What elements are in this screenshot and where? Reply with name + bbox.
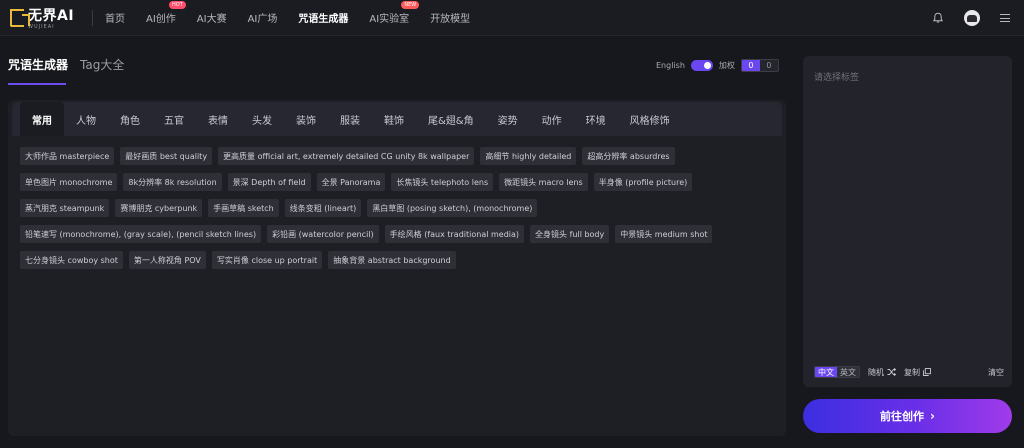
top-nav: 无界AI WUJIEAI 首页 AI创作 HOT AI大赛 AI广场 咒语生成器 AI实验室… <box>0 0 1024 36</box>
tag-chip[interactable]: 8k分辨率 8k resolution <box>123 173 222 191</box>
weight-value[interactable]: 0 <box>741 60 760 71</box>
side-toolbar: 中文 英文 随机 复制 清空 <box>814 366 1004 378</box>
tag-chip[interactable]: 长焦镜头 telephoto lens <box>391 173 494 191</box>
copy-label: 复制 <box>904 367 920 377</box>
category-tab-3[interactable]: 五官 <box>152 102 196 136</box>
tag-chip[interactable]: 写实肖像 close up portrait <box>211 251 323 269</box>
tag-chip[interactable]: 彩铅画 (watercolor pencil) <box>267 225 379 243</box>
logo-text: 无界AI <box>28 8 75 24</box>
category-bar: 常用 人物 角色 五官 表情 头发 装饰 服装 鞋饰 尾&翅&角 姿势 动作 环境 风格修饰 <box>12 102 782 136</box>
category-tab-12[interactable]: 环境 <box>574 102 618 136</box>
chevron-right-icon: › <box>930 409 935 423</box>
nav-item-label: AI创作 <box>146 14 176 25</box>
nav-item-5[interactable]: AI实验室 NEW <box>369 1 420 25</box>
category-tab-0[interactable]: 常用 <box>20 102 64 136</box>
logo-subtext: WUJIEAI <box>28 24 55 30</box>
bell-icon[interactable] <box>932 12 944 24</box>
weight-selector[interactable]: 0 0 <box>740 59 779 72</box>
tag-chip[interactable]: 更高质量 official art, extremely detailed CG… <box>218 147 475 165</box>
category-tab-11[interactable]: 动作 <box>530 102 574 136</box>
nav-divider <box>92 9 93 26</box>
language-switch[interactable]: 中文 英文 <box>814 366 860 378</box>
category-tab-7[interactable]: 服装 <box>328 102 372 136</box>
category-tab-2[interactable]: 角色 <box>108 102 152 136</box>
tag-chip[interactable]: 手绘风格 (faux traditional media) <box>384 225 525 243</box>
tag-chip[interactable]: 赛博朋克 cyberpunk <box>115 199 203 217</box>
category-tab-1[interactable]: 人物 <box>64 102 108 136</box>
shuffle-icon <box>887 368 896 376</box>
tag-chip[interactable]: 大师作品 masterpiece <box>20 147 115 165</box>
nav-item-6[interactable]: 开放模型 <box>430 10 470 25</box>
tag-chip[interactable]: 高细节 highly detailed <box>480 147 577 165</box>
random-label: 随机 <box>868 367 884 377</box>
nav-item-1[interactable]: AI创作 HOT <box>146 1 186 25</box>
go-create-button[interactable]: 前往创作 › <box>803 399 1012 433</box>
category-tab-6[interactable]: 装饰 <box>284 102 328 136</box>
selected-tags-panel[interactable]: 请选择标签 中文 英文 随机 复制 清空 <box>803 56 1012 387</box>
prompt-controls: English 加权 0 0 <box>656 59 779 72</box>
logo[interactable]: 无界AI WUJIEAI <box>10 5 88 30</box>
copy-button[interactable]: 复制 <box>904 367 931 378</box>
page-tabs: 咒语生成器 Tag大全 <box>8 56 136 80</box>
avatar[interactable] <box>964 10 980 26</box>
category-tab-5[interactable]: 头发 <box>240 102 284 136</box>
tag-chip[interactable]: 七分身镜头 cowboy shot <box>20 251 123 269</box>
active-tab-underline <box>8 83 66 85</box>
logo-icon <box>10 8 30 27</box>
random-button[interactable]: 随机 <box>868 367 896 378</box>
nav-badge: HOT <box>169 1 186 9</box>
tag-chip[interactable]: 抽象背景 abstract background <box>328 251 456 269</box>
tag-chip[interactable]: 半身像 (profile picture) <box>593 173 693 191</box>
nav-item-0[interactable]: 首页 <box>105 10 125 25</box>
tag-chip[interactable]: 单色图片 monochrome <box>20 173 118 191</box>
tag-chip[interactable]: 第一人称视角 POV <box>128 251 206 269</box>
nav-item-label: 开放模型 <box>430 14 471 25</box>
category-tab-8[interactable]: 鞋饰 <box>372 102 416 136</box>
tag-chip[interactable]: 全身镜头 full body <box>530 225 610 243</box>
nav-item-label: 首页 <box>105 14 125 25</box>
tag-list: 大师作品 masterpiece 最好画质 best quality 更高质量 of… <box>8 136 786 277</box>
tag-chip[interactable]: 中景镜头 medium shot <box>615 225 713 243</box>
go-create-label: 前往创作 <box>880 410 925 423</box>
tag-chip[interactable]: 最好画质 best quality <box>120 147 213 165</box>
nav-item-3[interactable]: AI广场 <box>248 10 278 25</box>
tag-chip[interactable]: 线条变粗 (lineart) <box>284 199 362 217</box>
nav-item-label: 咒语生成器 <box>298 14 349 25</box>
english-toggle[interactable] <box>690 60 713 71</box>
nav-badge: NEW <box>401 1 420 9</box>
tag-chip[interactable]: 手画草稿 sketch <box>208 199 279 217</box>
page-tab-1[interactable]: Tag大全 <box>80 56 124 80</box>
category-tab-9[interactable]: 尾&翅&角 <box>416 102 486 136</box>
copy-icon <box>923 368 931 376</box>
lang-english-option[interactable]: 英文 <box>837 367 859 377</box>
page-tab-0[interactable]: 咒语生成器 <box>8 56 68 80</box>
tag-chip[interactable]: 景深 Depth of field <box>227 173 311 191</box>
nav-item-label: AI广场 <box>247 14 278 25</box>
tag-chip[interactable]: 铅笔速写 (monochrome), (gray scale), (pencil… <box>20 225 262 243</box>
lang-chinese-option[interactable]: 中文 <box>815 367 837 377</box>
tag-chip[interactable]: 蒸汽朋克 steampunk <box>20 199 110 217</box>
selected-tags-placeholder: 请选择标签 <box>814 73 860 83</box>
category-tab-13[interactable]: 风格修饰 <box>618 102 682 136</box>
category-tab-10[interactable]: 姿势 <box>486 102 530 136</box>
weight-alt-value[interactable]: 0 <box>759 60 778 71</box>
clear-button[interactable]: 清空 <box>988 367 1004 378</box>
tag-chip[interactable]: 全景 Panorama <box>316 173 386 191</box>
tag-panel: 常用 人物 角色 五官 表情 头发 装饰 服装 鞋饰 尾&翅&角 姿势 动作 环境 风格修饰 大师作品 m… <box>8 100 786 436</box>
tag-chip[interactable]: 微距镜头 macro lens <box>499 173 588 191</box>
nav-item-4[interactable]: 咒语生成器 <box>298 10 348 25</box>
nav-item-label: AI实验室 <box>369 14 410 25</box>
nav-item-label: AI大赛 <box>196 14 227 25</box>
english-label: English <box>656 61 685 70</box>
category-tab-4[interactable]: 表情 <box>196 102 240 136</box>
menu-icon[interactable] <box>1000 14 1010 22</box>
weight-label: 加权 <box>718 61 735 70</box>
nav-item-2[interactable]: AI大赛 <box>197 10 227 25</box>
tag-chip[interactable]: 超高分辨率 absurdres <box>582 147 675 165</box>
tag-chip[interactable]: 黑白草图 (posing sketch), (monochrome) <box>367 199 538 217</box>
